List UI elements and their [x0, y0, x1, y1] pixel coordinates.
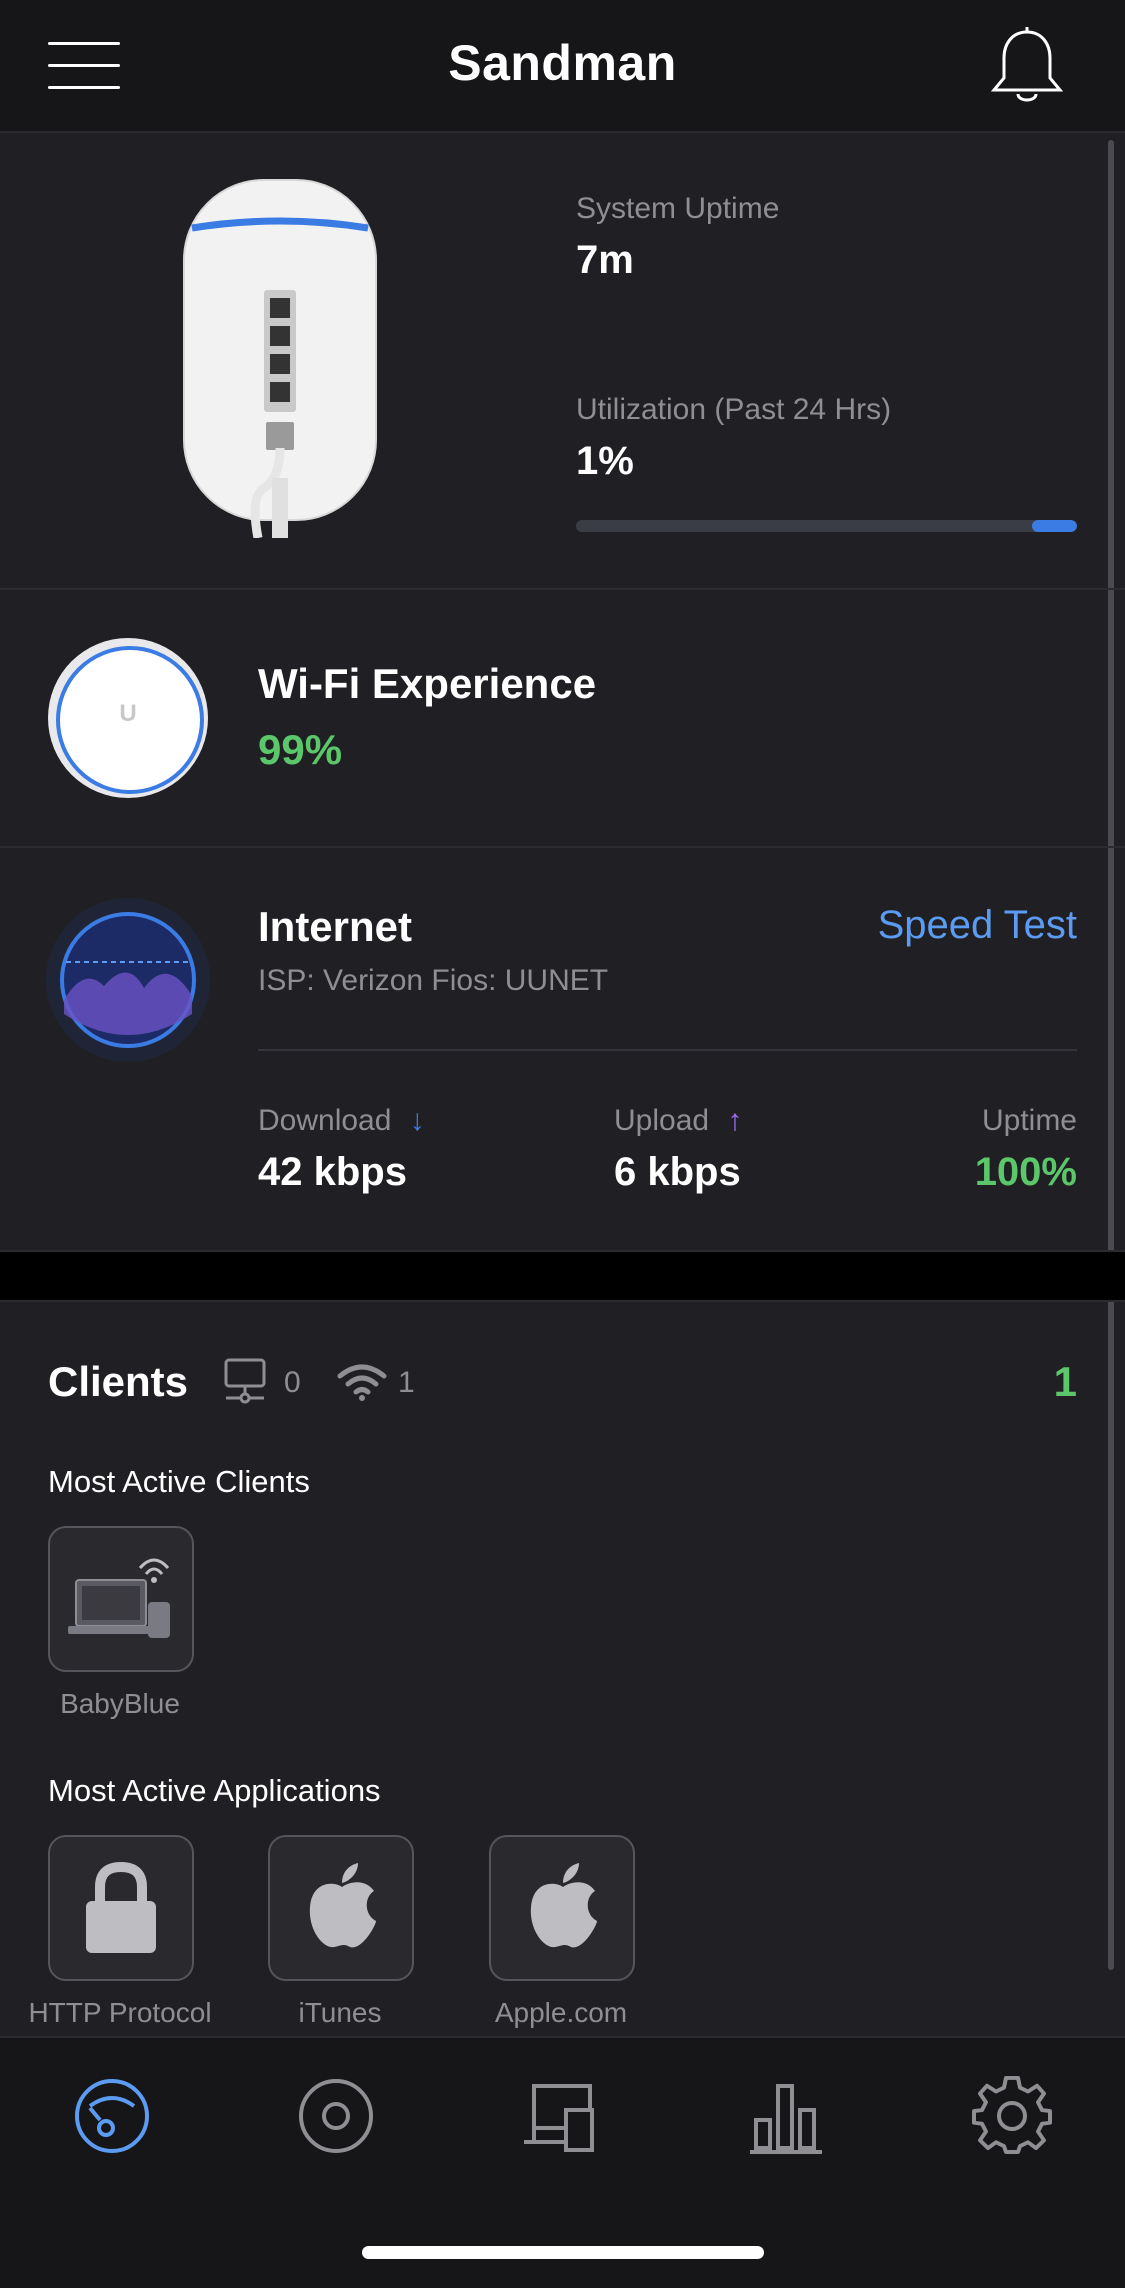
- section-divider: [0, 1300, 1125, 1302]
- download-arrow-icon: ↓: [409, 1104, 425, 1137]
- section-divider: [0, 1250, 1125, 1252]
- client-devices-icon[interactable]: [522, 2076, 602, 2156]
- wireless-client-count: 1: [398, 1366, 415, 1399]
- wired-client-count: 0: [284, 1366, 301, 1399]
- utilization-label: Utilization (Past 24 Hrs): [576, 393, 892, 426]
- home-indicator: [362, 2246, 764, 2259]
- lock-icon: [86, 1861, 156, 1953]
- utilization-value: 1%: [576, 439, 634, 483]
- page-title: Sandman: [448, 35, 677, 91]
- total-clients-count[interactable]: 1: [1054, 1358, 1077, 1406]
- utilization-progress-fill: [1031, 520, 1077, 532]
- speed-test-link[interactable]: Speed Test: [878, 903, 1077, 948]
- upload-arrow-icon: ↑: [727, 1104, 743, 1137]
- internet-title: Internet: [258, 903, 413, 950]
- app-name: iTunes: [298, 1997, 382, 2028]
- scrollbar[interactable]: [1108, 140, 1114, 1970]
- download-value: 42 kbps: [258, 1150, 407, 1194]
- client-tile-babyblue[interactable]: [48, 1526, 194, 1672]
- download-label: Download ↓: [258, 1104, 425, 1138]
- internet-divider: [258, 1049, 1077, 1051]
- apple-icon: [530, 1863, 597, 1948]
- upload-value: 6 kbps: [614, 1150, 741, 1194]
- circle-target-icon[interactable]: [296, 2076, 376, 2156]
- app-tile-itunes[interactable]: [268, 1835, 414, 1981]
- wifi-icon: [337, 1364, 387, 1401]
- bar-chart-icon[interactable]: [748, 2076, 828, 2156]
- isp-label: ISP: Verizon Fios: UUNET: [258, 964, 609, 997]
- ubiquiti-logo-icon: U: [119, 700, 137, 727]
- system-uptime-value: 7m: [576, 238, 634, 282]
- client-name: BabyBlue: [60, 1688, 180, 1719]
- app-tile-apple-com[interactable]: [489, 1835, 635, 1981]
- utilization-progress-bar: [576, 520, 1077, 532]
- system-uptime-label-text: System Uptime: [576, 192, 780, 225]
- download-label-text: Download: [258, 1104, 392, 1137]
- most-active-clients-heading: Most Active Clients: [48, 1464, 310, 1499]
- most-active-apps-heading: Most Active Applications: [48, 1773, 381, 1808]
- app-name: Apple.com: [494, 1997, 628, 2028]
- wifi-experience-value: 99%: [258, 726, 343, 773]
- gear-icon[interactable]: [972, 2076, 1052, 2156]
- clients-title: Clients: [48, 1358, 189, 1405]
- bell-icon[interactable]: [990, 26, 1064, 106]
- dashboard-icon[interactable]: [72, 2076, 152, 2156]
- section-divider: [0, 588, 1125, 590]
- section-divider: [0, 846, 1125, 848]
- uptime-label: Uptime: [981, 1104, 1077, 1137]
- uptime-value: 100%: [974, 1150, 1077, 1194]
- top-app-bar: Sandman: [0, 0, 1125, 133]
- app-tile-http-protocol[interactable]: [48, 1835, 194, 1981]
- app-name: HTTP Protocol: [28, 1997, 212, 2028]
- section-gap: [0, 1252, 1125, 1300]
- upload-label-text: Upload: [614, 1104, 710, 1137]
- apple-icon: [309, 1863, 376, 1948]
- laptop-phone-wifi-icon: [68, 1558, 170, 1638]
- internet-globe-icon: [46, 898, 210, 1062]
- wired-client-icon: [224, 1358, 266, 1404]
- wifi-experience-title: Wi-Fi Experience: [258, 660, 597, 707]
- upload-label: Upload ↑: [614, 1104, 742, 1138]
